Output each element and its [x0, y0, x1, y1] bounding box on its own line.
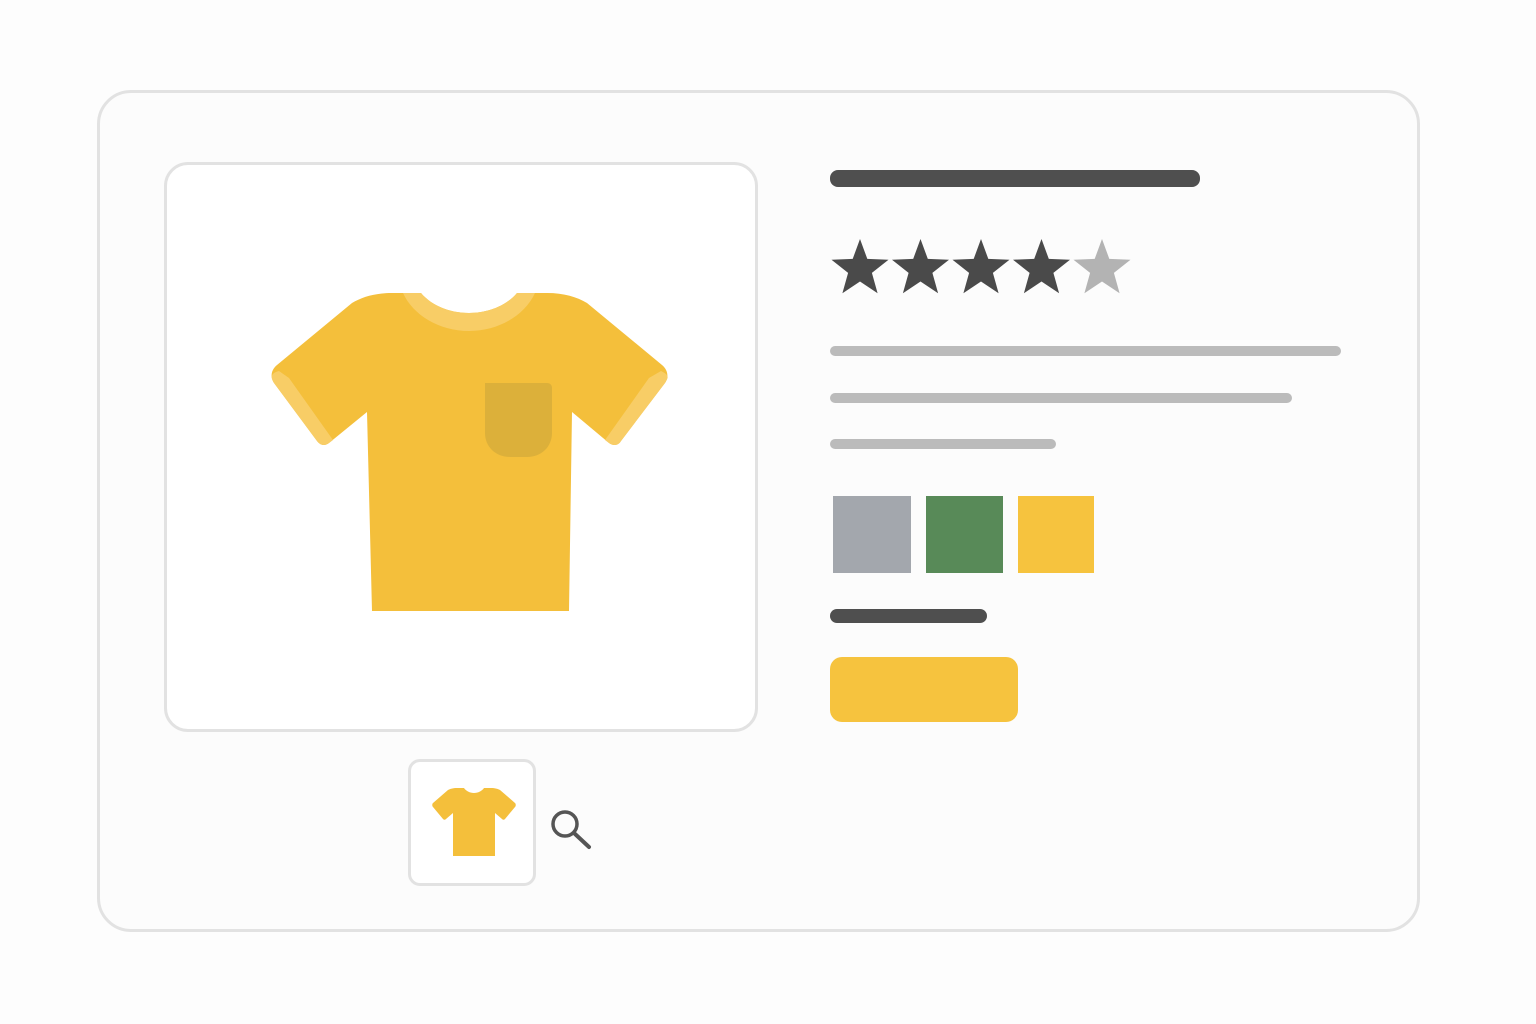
- price-placeholder: [830, 609, 987, 623]
- color-swatch-green[interactable]: [926, 496, 1003, 573]
- star-filled-icon[interactable]: [892, 239, 949, 294]
- product-title-placeholder: [830, 170, 1200, 187]
- star-rating[interactable]: [829, 234, 1139, 300]
- product-main-image[interactable]: [164, 162, 758, 732]
- description-line-2: [830, 393, 1292, 403]
- color-swatch-yellow[interactable]: [1018, 496, 1094, 573]
- description-line-1: [830, 346, 1341, 356]
- star-filled-icon[interactable]: [831, 239, 889, 294]
- star-filled-icon[interactable]: [952, 239, 1010, 294]
- star-empty-icon[interactable]: [1073, 239, 1131, 294]
- color-swatch-group: [833, 496, 1103, 573]
- star-filled-icon[interactable]: [1013, 239, 1070, 294]
- t-shirt-icon: [432, 788, 516, 856]
- t-shirt-icon: [271, 293, 668, 611]
- add-to-cart-button[interactable]: [830, 657, 1018, 722]
- description-line-3: [830, 439, 1056, 449]
- magnifier-icon[interactable]: [546, 804, 596, 854]
- color-swatch-gray[interactable]: [833, 496, 911, 573]
- product-thumbnail[interactable]: [408, 759, 536, 886]
